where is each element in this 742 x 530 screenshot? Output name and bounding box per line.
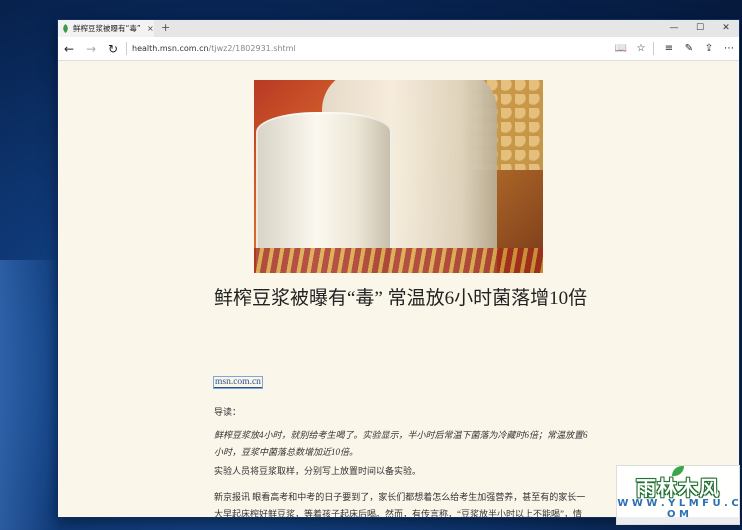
soy-milk-photo xyxy=(254,80,543,273)
separator xyxy=(653,42,654,55)
more-button[interactable]: ⋯ xyxy=(719,43,739,54)
reading-view-button[interactable]: 📖 xyxy=(611,43,631,54)
maximize-button[interactable]: ☐ xyxy=(687,20,713,37)
body-paragraph: 实验人员将豆浆取样，分别写上放置时间以备实验。 xyxy=(214,466,422,476)
watermark-main-text: 雨林木风 xyxy=(636,476,720,500)
refresh-button[interactable]: ↻ xyxy=(102,42,124,56)
web-note-button[interactable]: ✎ xyxy=(679,43,699,54)
summary-paragraph: 鲜榨豆浆放4小时，就别给考生喝了。实验显示，半小时后常温下菌落为冷藏时6倍；常温… xyxy=(214,430,588,457)
hub-button[interactable]: ≡ xyxy=(659,43,679,54)
separator xyxy=(126,42,127,55)
article-headline: 鲜榨豆浆被曝有“毒” 常温放6小时菌落增10倍 xyxy=(214,288,588,309)
url-path: /tjwz2/1802931.shtml xyxy=(208,44,296,53)
back-button[interactable]: ← xyxy=(58,42,80,56)
close-window-button[interactable]: ✕ xyxy=(713,20,739,37)
new-tab-button[interactable]: + xyxy=(161,21,170,34)
desktop-background xyxy=(0,260,60,530)
body-paragraph: 新京报讯 眼看高考和中考的日子要到了，家长们都想着怎么给考生加强营养，甚至有的家… xyxy=(214,492,586,517)
browser-window: 鲜榨豆浆被曝有“毒” 常 × + — ☐ ✕ ← → ↻ health.msn.… xyxy=(58,20,739,517)
favorite-star-icon[interactable]: ☆ xyxy=(631,43,651,54)
window-controls: — ☐ ✕ xyxy=(661,20,739,37)
source-link[interactable]: msn.com.cn xyxy=(214,377,262,388)
watermark-url-text: W W W . Y L M F U . C O M xyxy=(617,498,739,520)
forward-button[interactable]: → xyxy=(80,42,102,56)
site-watermark-logo: 雨林木风 W W W . Y L M F U . C O M xyxy=(616,465,740,525)
address-bar: ← → ↻ health.msn.com.cn/tjwz2/1802931.sh… xyxy=(58,37,739,61)
tab-title: 鲜榨豆浆被曝有“毒” 常 xyxy=(73,24,143,33)
minimize-button[interactable]: — xyxy=(661,20,687,37)
intro-label: 导读： xyxy=(214,407,242,417)
share-button[interactable]: ⇪ xyxy=(699,43,719,54)
tab-active[interactable]: 鲜榨豆浆被曝有“毒” 常 × xyxy=(58,20,154,37)
leaf-favicon-icon xyxy=(63,24,68,33)
close-tab-icon[interactable]: × xyxy=(147,24,154,33)
cloth-image-part xyxy=(254,248,543,273)
title-bar: 鲜榨豆浆被曝有“毒” 常 × + — ☐ ✕ xyxy=(58,20,739,37)
url-host: health.msn.com.cn xyxy=(132,44,209,53)
reading-view-content: 鲜榨豆浆被曝有“毒” 常温放6小时菌落增10倍 msn.com.cn 导读： 鲜… xyxy=(58,61,739,517)
url-field[interactable]: health.msn.com.cn/tjwz2/1802931.shtml xyxy=(132,44,611,53)
